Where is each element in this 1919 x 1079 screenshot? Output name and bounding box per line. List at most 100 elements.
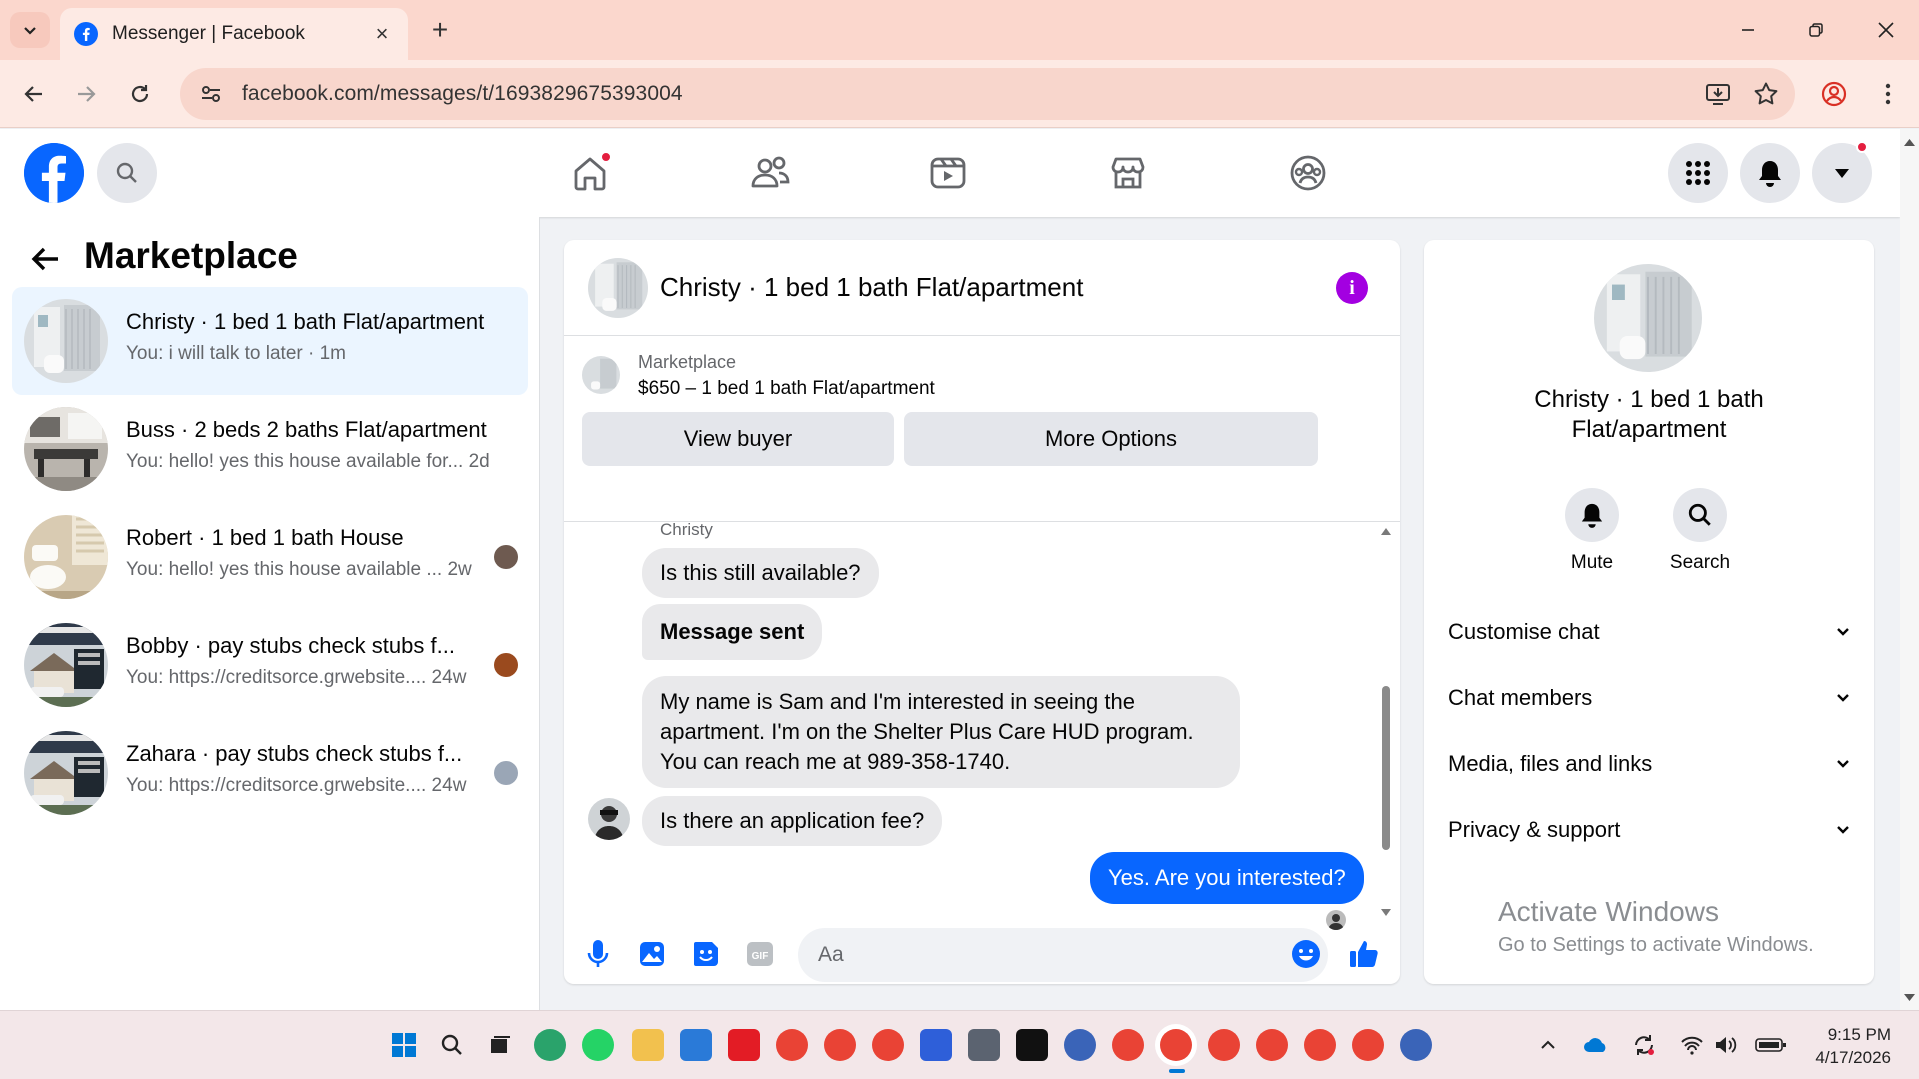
voice-clip-button[interactable] (582, 938, 614, 970)
bell-icon (1581, 503, 1603, 528)
message-bubble-incoming[interactable]: Is this still available? (642, 548, 879, 598)
chrome-app-icon[interactable] (1112, 1029, 1144, 1061)
site-settings-icon[interactable] (200, 83, 222, 105)
sticker-button[interactable] (690, 938, 722, 970)
chrome-app-icon[interactable] (1352, 1029, 1384, 1061)
info-icon[interactable]: i (1336, 272, 1368, 304)
calculator-app-icon[interactable] (968, 1029, 1000, 1061)
marketplace-nav-button[interactable] (1106, 151, 1150, 195)
sync-icon[interactable] (1630, 1031, 1658, 1059)
chrome-app-icon-active[interactable] (1160, 1029, 1192, 1061)
chrome-app-icon[interactable] (824, 1029, 856, 1061)
reload-button[interactable] (120, 74, 160, 114)
notepad-app-icon[interactable] (680, 1029, 712, 1061)
start-button[interactable] (388, 1029, 420, 1061)
avatar[interactable] (588, 258, 648, 318)
video-nav-button[interactable] (926, 151, 970, 195)
chrome-app-icon[interactable] (872, 1029, 904, 1061)
url-text: facebook.com/messages/t/1693829675393004 (242, 82, 683, 105)
conversation-item[interactable]: Bobby · pay stubs check stubs f... You: … (12, 611, 528, 719)
mute-button[interactable]: Mute (1542, 488, 1642, 574)
volume-icon[interactable] (1712, 1031, 1740, 1059)
restore-button[interactable] (1796, 12, 1836, 48)
scroll-up-icon[interactable] (1380, 526, 1392, 536)
more-options-button[interactable]: More Options (904, 412, 1318, 466)
conversation-item[interactable]: Robert · 1 bed 1 bath House You: hello! … (12, 503, 528, 611)
groups-nav-button[interactable] (1286, 151, 1330, 195)
thread-scrollbar[interactable] (1380, 522, 1392, 922)
system-clock[interactable]: 9:15 PM 4/17/2026 (1815, 1023, 1891, 1069)
onedrive-icon[interactable] (1582, 1031, 1610, 1059)
gif-button[interactable]: GIF (744, 938, 776, 970)
caret-down-icon (1835, 169, 1849, 178)
conversation-name: Christy · 1 bed 1 bath Flat/apartment (126, 309, 485, 334)
minimize-button[interactable] (1728, 12, 1768, 48)
forward-button[interactable] (66, 74, 106, 114)
taskbar-search-button[interactable] (436, 1029, 468, 1061)
facebook-logo-icon[interactable] (24, 143, 84, 203)
browser-tab-active[interactable]: Messenger | Facebook × (60, 8, 408, 60)
remote-app-icon[interactable] (920, 1029, 952, 1061)
tab-search-button[interactable] (10, 12, 50, 48)
search-circle[interactable] (1673, 488, 1727, 542)
chrome-app-icon[interactable] (1256, 1029, 1288, 1061)
task-view-button[interactable] (484, 1029, 516, 1061)
conversation-item[interactable]: Christy · 1 bed 1 bath Flat/apartment Yo… (12, 287, 528, 395)
battery-icon[interactable] (1754, 1031, 1788, 1059)
search-in-chat-button[interactable]: Search (1650, 488, 1750, 574)
address-bar[interactable]: facebook.com/messages/t/1693829675393004 (180, 68, 1795, 120)
emoji-button[interactable] (1290, 938, 1322, 970)
mute-circle[interactable] (1565, 488, 1619, 542)
account-button[interactable] (1812, 141, 1872, 203)
wps-app-icon[interactable] (728, 1029, 760, 1061)
scroll-down-icon[interactable] (1900, 991, 1919, 1005)
menu-button[interactable] (1668, 143, 1728, 203)
facebook-search-button[interactable] (97, 143, 157, 203)
page-scrollbar[interactable] (1900, 129, 1919, 1010)
friends-nav-button[interactable] (748, 151, 792, 195)
edge-app-icon[interactable] (534, 1029, 566, 1061)
close-window-button[interactable] (1866, 12, 1906, 48)
conversation-item[interactable]: Zahara · pay stubs check stubs f... You:… (12, 719, 528, 827)
scrollbar-thumb[interactable] (1382, 686, 1390, 850)
message-bubble-incoming[interactable]: Message sent (642, 604, 823, 660)
attach-photo-button[interactable] (636, 938, 668, 970)
chrome-app-icon[interactable] (1208, 1029, 1240, 1061)
browser-app-icon[interactable] (1400, 1029, 1432, 1061)
back-button[interactable] (14, 74, 54, 114)
wifi-icon[interactable] (1678, 1031, 1706, 1059)
message-bubble-outgoing[interactable]: Yes. Are you interested? (1090, 852, 1364, 904)
browser-app-icon[interactable] (1064, 1029, 1096, 1061)
message-bubble-incoming[interactable]: My name is Sam and I'm interested in see… (642, 676, 1240, 788)
whatsapp-app-icon[interactable] (582, 1029, 614, 1061)
message-bubble-incoming[interactable]: Is there an application fee? (642, 796, 943, 846)
notifications-button[interactable] (1740, 143, 1800, 203)
notification-dot (1856, 141, 1868, 153)
home-nav-button[interactable] (568, 151, 612, 195)
section-customise-chat[interactable]: Customise chat (1448, 612, 1850, 652)
browser-menu-button[interactable] (1868, 74, 1908, 114)
back-arrow-button[interactable] (28, 241, 64, 277)
section-privacy-support[interactable]: Privacy & support (1448, 810, 1850, 850)
install-app-icon[interactable] (1704, 80, 1732, 108)
profile-button[interactable] (1814, 74, 1854, 114)
scroll-down-icon[interactable] (1380, 908, 1392, 918)
close-tab-icon[interactable]: × (370, 21, 394, 46)
message-input[interactable] (798, 928, 1328, 982)
file-explorer-icon[interactable] (632, 1029, 664, 1061)
listing-title[interactable]: $650 – 1 bed 1 bath Flat/apartment (638, 378, 935, 400)
conversation-item[interactable]: Buss · 2 beds 2 baths Flat/apartment You… (12, 395, 528, 503)
chrome-app-icon[interactable] (1304, 1029, 1336, 1061)
chrome-app-icon[interactable] (776, 1029, 808, 1061)
chat-title[interactable]: Christy · 1 bed 1 bath Flat/apartment (660, 272, 1083, 303)
section-media-files-links[interactable]: Media, files and links (1448, 744, 1850, 784)
show-hidden-icons-button[interactable] (1534, 1031, 1562, 1059)
like-button[interactable] (1348, 938, 1380, 970)
capcut-app-icon[interactable] (1016, 1029, 1048, 1061)
scroll-up-icon[interactable] (1900, 135, 1919, 149)
avatar[interactable] (1594, 264, 1702, 372)
bookmark-star-icon[interactable] (1752, 80, 1780, 108)
view-buyer-button[interactable]: View buyer (582, 412, 894, 466)
new-tab-button[interactable]: + (424, 14, 456, 46)
section-chat-members[interactable]: Chat members (1448, 678, 1850, 718)
